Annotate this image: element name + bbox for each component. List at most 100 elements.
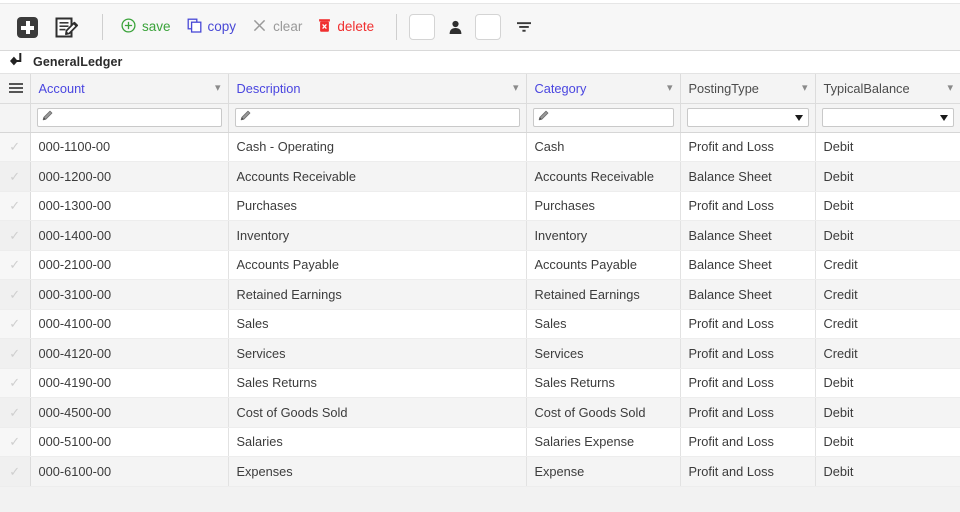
- table-row[interactable]: ✓000-4500-00Cost of Goods SoldCost of Go…: [0, 398, 960, 428]
- cell-description[interactable]: Cost of Goods Sold: [228, 398, 526, 428]
- cell-category[interactable]: Purchases: [526, 191, 680, 221]
- clear-button[interactable]: clear: [246, 15, 312, 39]
- cell-description[interactable]: Accounts Receivable: [228, 162, 526, 192]
- column-header-account[interactable]: Account ▾: [30, 74, 228, 103]
- table-row[interactable]: ✓000-1200-00Accounts ReceivableAccounts …: [0, 162, 960, 192]
- table-row[interactable]: ✓000-5100-00SalariesSalaries ExpenseProf…: [0, 427, 960, 457]
- cell-postingtype[interactable]: Balance Sheet: [680, 250, 815, 280]
- table-row[interactable]: ✓000-4190-00Sales ReturnsSales ReturnsPr…: [0, 368, 960, 398]
- cell-typicalbalance[interactable]: Credit: [815, 309, 960, 339]
- cell-category[interactable]: Services: [526, 339, 680, 369]
- row-select-cell[interactable]: ✓: [0, 427, 30, 457]
- cell-typicalbalance[interactable]: Debit: [815, 427, 960, 457]
- cell-typicalbalance[interactable]: Debit: [815, 457, 960, 487]
- table-row[interactable]: ✓000-1300-00PurchasesPurchasesProfit and…: [0, 191, 960, 221]
- add-record-button[interactable]: [10, 10, 44, 44]
- cell-description[interactable]: Expenses: [228, 457, 526, 487]
- cell-account[interactable]: 000-2100-00: [30, 250, 228, 280]
- cell-category[interactable]: Sales Returns: [526, 368, 680, 398]
- cell-postingtype[interactable]: Profit and Loss: [680, 368, 815, 398]
- cell-postingtype[interactable]: Balance Sheet: [680, 162, 815, 192]
- cell-description[interactable]: Accounts Payable: [228, 250, 526, 280]
- row-select-cell[interactable]: ✓: [0, 162, 30, 192]
- filter-input-category[interactable]: [533, 108, 674, 127]
- cell-account[interactable]: 000-4100-00: [30, 309, 228, 339]
- cell-description[interactable]: Sales Returns: [228, 368, 526, 398]
- cell-category[interactable]: Salaries Expense: [526, 427, 680, 457]
- column-header-typicalbalance[interactable]: TypicalBalance ▾: [815, 74, 960, 103]
- cell-postingtype[interactable]: Profit and Loss: [680, 339, 815, 369]
- chevron-down-icon[interactable]: ▾: [947, 83, 953, 94]
- row-select-cell[interactable]: ✓: [0, 398, 30, 428]
- row-select-cell[interactable]: ✓: [0, 250, 30, 280]
- cell-account[interactable]: 000-1100-00: [30, 132, 228, 162]
- cell-postingtype[interactable]: Profit and Loss: [680, 398, 815, 428]
- cell-account[interactable]: 000-5100-00: [30, 427, 228, 457]
- cell-category[interactable]: Accounts Payable: [526, 250, 680, 280]
- cell-account[interactable]: 000-3100-00: [30, 280, 228, 310]
- grid-menu-button[interactable]: [0, 74, 30, 103]
- table-row[interactable]: ✓000-1100-00Cash - OperatingCashProfit a…: [0, 132, 960, 162]
- column-header-category[interactable]: Category ▾: [526, 74, 680, 103]
- cell-category[interactable]: Inventory: [526, 221, 680, 251]
- column-header-postingtype[interactable]: PostingType ▾: [680, 74, 815, 103]
- cell-postingtype[interactable]: Profit and Loss: [680, 309, 815, 339]
- copy-button[interactable]: copy: [181, 15, 247, 39]
- filter-select-typicalbalance[interactable]: [822, 108, 955, 127]
- cell-account[interactable]: 000-1400-00: [30, 221, 228, 251]
- cell-postingtype[interactable]: Profit and Loss: [680, 191, 815, 221]
- cell-description[interactable]: Retained Earnings: [228, 280, 526, 310]
- cell-account[interactable]: 000-4500-00: [30, 398, 228, 428]
- table-row[interactable]: ✓000-4100-00SalesSalesProfit and LossCre…: [0, 309, 960, 339]
- cell-category[interactable]: Retained Earnings: [526, 280, 680, 310]
- edit-record-button[interactable]: [50, 10, 84, 44]
- cell-account[interactable]: 000-4190-00: [30, 368, 228, 398]
- cell-typicalbalance[interactable]: Credit: [815, 250, 960, 280]
- cell-category[interactable]: Sales: [526, 309, 680, 339]
- cell-postingtype[interactable]: Profit and Loss: [680, 132, 815, 162]
- chevron-down-icon[interactable]: ▾: [667, 83, 673, 94]
- cell-category[interactable]: Cost of Goods Sold: [526, 398, 680, 428]
- cell-postingtype[interactable]: Profit and Loss: [680, 427, 815, 457]
- cell-typicalbalance[interactable]: Debit: [815, 398, 960, 428]
- cell-typicalbalance[interactable]: Credit: [815, 280, 960, 310]
- cell-category[interactable]: Cash: [526, 132, 680, 162]
- cell-description[interactable]: Salaries: [228, 427, 526, 457]
- cell-category[interactable]: Accounts Receivable: [526, 162, 680, 192]
- cell-account[interactable]: 000-4120-00: [30, 339, 228, 369]
- cell-typicalbalance[interactable]: Credit: [815, 339, 960, 369]
- row-select-cell[interactable]: ✓: [0, 309, 30, 339]
- cell-description[interactable]: Services: [228, 339, 526, 369]
- cell-postingtype[interactable]: Profit and Loss: [680, 457, 815, 487]
- cell-description[interactable]: Purchases: [228, 191, 526, 221]
- cell-typicalbalance[interactable]: Debit: [815, 132, 960, 162]
- chevron-down-icon[interactable]: ▾: [802, 83, 808, 94]
- toolbar-right-input[interactable]: [475, 14, 501, 40]
- cell-description[interactable]: Sales: [228, 309, 526, 339]
- cell-typicalbalance[interactable]: Debit: [815, 162, 960, 192]
- cell-postingtype[interactable]: Balance Sheet: [680, 221, 815, 251]
- cell-account[interactable]: 000-1300-00: [30, 191, 228, 221]
- filter-input-account[interactable]: [37, 108, 222, 127]
- chevron-down-icon[interactable]: ▾: [513, 83, 519, 94]
- filter-select-postingtype[interactable]: [687, 108, 809, 127]
- cell-postingtype[interactable]: Balance Sheet: [680, 280, 815, 310]
- delete-button[interactable]: delete: [312, 15, 384, 39]
- cell-account[interactable]: 000-1200-00: [30, 162, 228, 192]
- cell-category[interactable]: Expense: [526, 457, 680, 487]
- filter-icon[interactable]: [513, 16, 535, 38]
- row-select-cell[interactable]: ✓: [0, 191, 30, 221]
- cell-account[interactable]: 000-6100-00: [30, 457, 228, 487]
- cell-typicalbalance[interactable]: Debit: [815, 368, 960, 398]
- cell-typicalbalance[interactable]: Debit: [815, 191, 960, 221]
- table-row[interactable]: ✓000-2100-00Accounts PayableAccounts Pay…: [0, 250, 960, 280]
- row-select-cell[interactable]: ✓: [0, 368, 30, 398]
- row-select-cell[interactable]: ✓: [0, 132, 30, 162]
- cell-typicalbalance[interactable]: Debit: [815, 221, 960, 251]
- column-header-description[interactable]: Description ▾: [228, 74, 526, 103]
- chevron-down-icon[interactable]: ▾: [215, 83, 221, 94]
- cell-description[interactable]: Inventory: [228, 221, 526, 251]
- row-select-cell[interactable]: ✓: [0, 457, 30, 487]
- cell-description[interactable]: Cash - Operating: [228, 132, 526, 162]
- table-row[interactable]: ✓000-1400-00InventoryInventoryBalance Sh…: [0, 221, 960, 251]
